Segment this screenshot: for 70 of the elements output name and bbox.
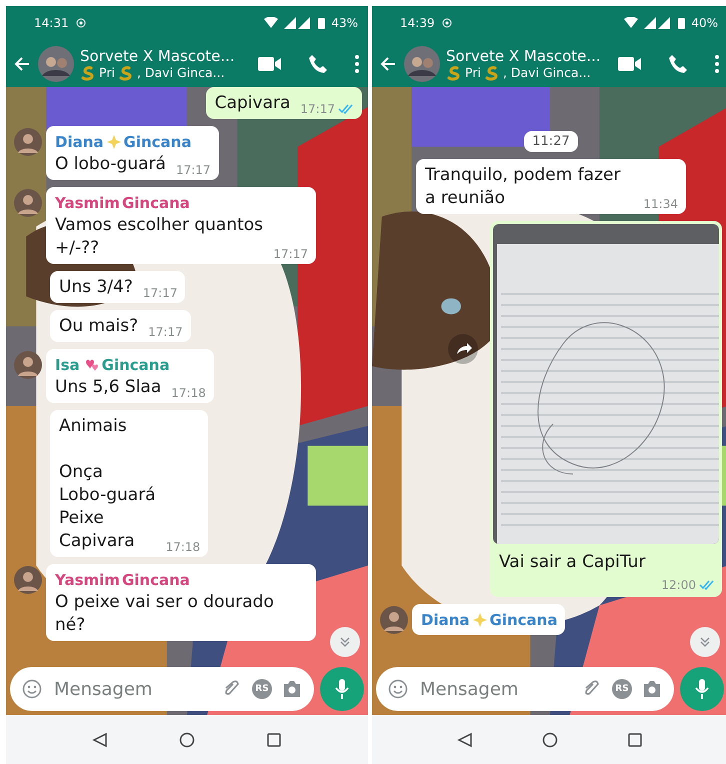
avatar	[14, 128, 42, 156]
battery-icon	[678, 17, 686, 29]
emoji-icon[interactable]	[22, 679, 42, 699]
message-time: 17:17	[142, 286, 178, 300]
back-nav-icon[interactable]	[456, 732, 473, 748]
snake-icon	[484, 64, 500, 80]
back-nav-icon[interactable]	[92, 732, 108, 748]
sender-name: Yasmim	[55, 193, 120, 214]
home-nav-icon[interactable]	[542, 732, 558, 748]
sticker-button[interactable]: RS	[252, 679, 272, 699]
message-text: Uns 3/4?	[59, 276, 133, 299]
battery-level: 43%	[331, 16, 358, 30]
group-avatar[interactable]	[38, 46, 74, 82]
sender-name: Yasmim	[55, 570, 120, 591]
message-time: 17:17	[273, 247, 308, 261]
video-call-icon[interactable]	[618, 56, 642, 72]
chevrons-down-icon	[339, 636, 351, 648]
participants-text: Pri	[465, 65, 481, 80]
message-time: 17:17	[176, 163, 211, 177]
snake-icon	[118, 64, 134, 80]
recents-nav-icon[interactable]	[627, 732, 644, 748]
avatar	[14, 351, 42, 379]
chat-title: Sorvete X Mascote...	[80, 46, 236, 64]
phone-icon[interactable]	[308, 54, 328, 74]
sender-name: Gincana	[124, 132, 192, 153]
phone-icon[interactable]	[668, 54, 688, 74]
avatar	[14, 189, 42, 217]
participants-text: Pri	[99, 65, 115, 80]
status-time: 14:31	[34, 16, 69, 30]
message-text: O peixe vai ser o dourado né?	[55, 591, 275, 637]
sender-name: Gincana	[122, 570, 190, 591]
participants-text: , Davi Ginca...	[502, 65, 591, 80]
screenshot-icon	[74, 17, 87, 29]
message-text: O lobo-guará	[55, 153, 166, 176]
video-call-icon[interactable]	[258, 56, 282, 72]
wifi-icon	[264, 17, 278, 29]
snake-icon	[80, 64, 96, 80]
signal-icon	[644, 17, 672, 29]
menu-icon[interactable]	[354, 54, 360, 74]
microphone-icon	[335, 678, 349, 700]
sparkle-icon	[106, 134, 122, 150]
recents-nav-icon[interactable]	[266, 732, 282, 748]
participants-text: , Davi Ginca...	[136, 65, 225, 80]
snake-icon	[446, 64, 462, 80]
menu-icon[interactable]	[714, 54, 720, 74]
message-text: Ou mais?	[59, 315, 138, 338]
message-field[interactable]: Mensagem RS	[10, 667, 314, 711]
message-time: 17:17	[148, 325, 183, 339]
sender-name: Isa	[55, 355, 80, 376]
message-text: Animais Onça Lobo-guará Peixe Capivara	[59, 415, 156, 553]
chat-title: Sorvete X Mascote...	[446, 46, 602, 64]
wifi-icon	[624, 17, 638, 29]
home-nav-icon[interactable]	[178, 732, 195, 748]
battery-icon	[318, 17, 326, 29]
battery-level: 40%	[691, 16, 718, 30]
sender-name: Gincana	[102, 355, 170, 376]
message-time: 17:18	[166, 540, 200, 554]
camera-icon[interactable]	[282, 680, 302, 698]
message-time: 17:18	[171, 386, 206, 400]
message-time: 17:17	[300, 102, 335, 116]
sender-name: Gincana	[122, 193, 190, 214]
sender-name: Diana	[55, 132, 104, 153]
message-text: Vamos escolher quantos +/-??	[55, 214, 264, 260]
status-time: 14:39	[400, 16, 435, 30]
message-text: Capivara	[214, 92, 290, 115]
group-avatar[interactable]	[404, 46, 440, 82]
signal-icon	[284, 17, 312, 29]
screenshot-icon	[440, 17, 453, 29]
avatar	[14, 566, 42, 594]
message-text: Uns 5,6 Slaa	[55, 376, 162, 399]
